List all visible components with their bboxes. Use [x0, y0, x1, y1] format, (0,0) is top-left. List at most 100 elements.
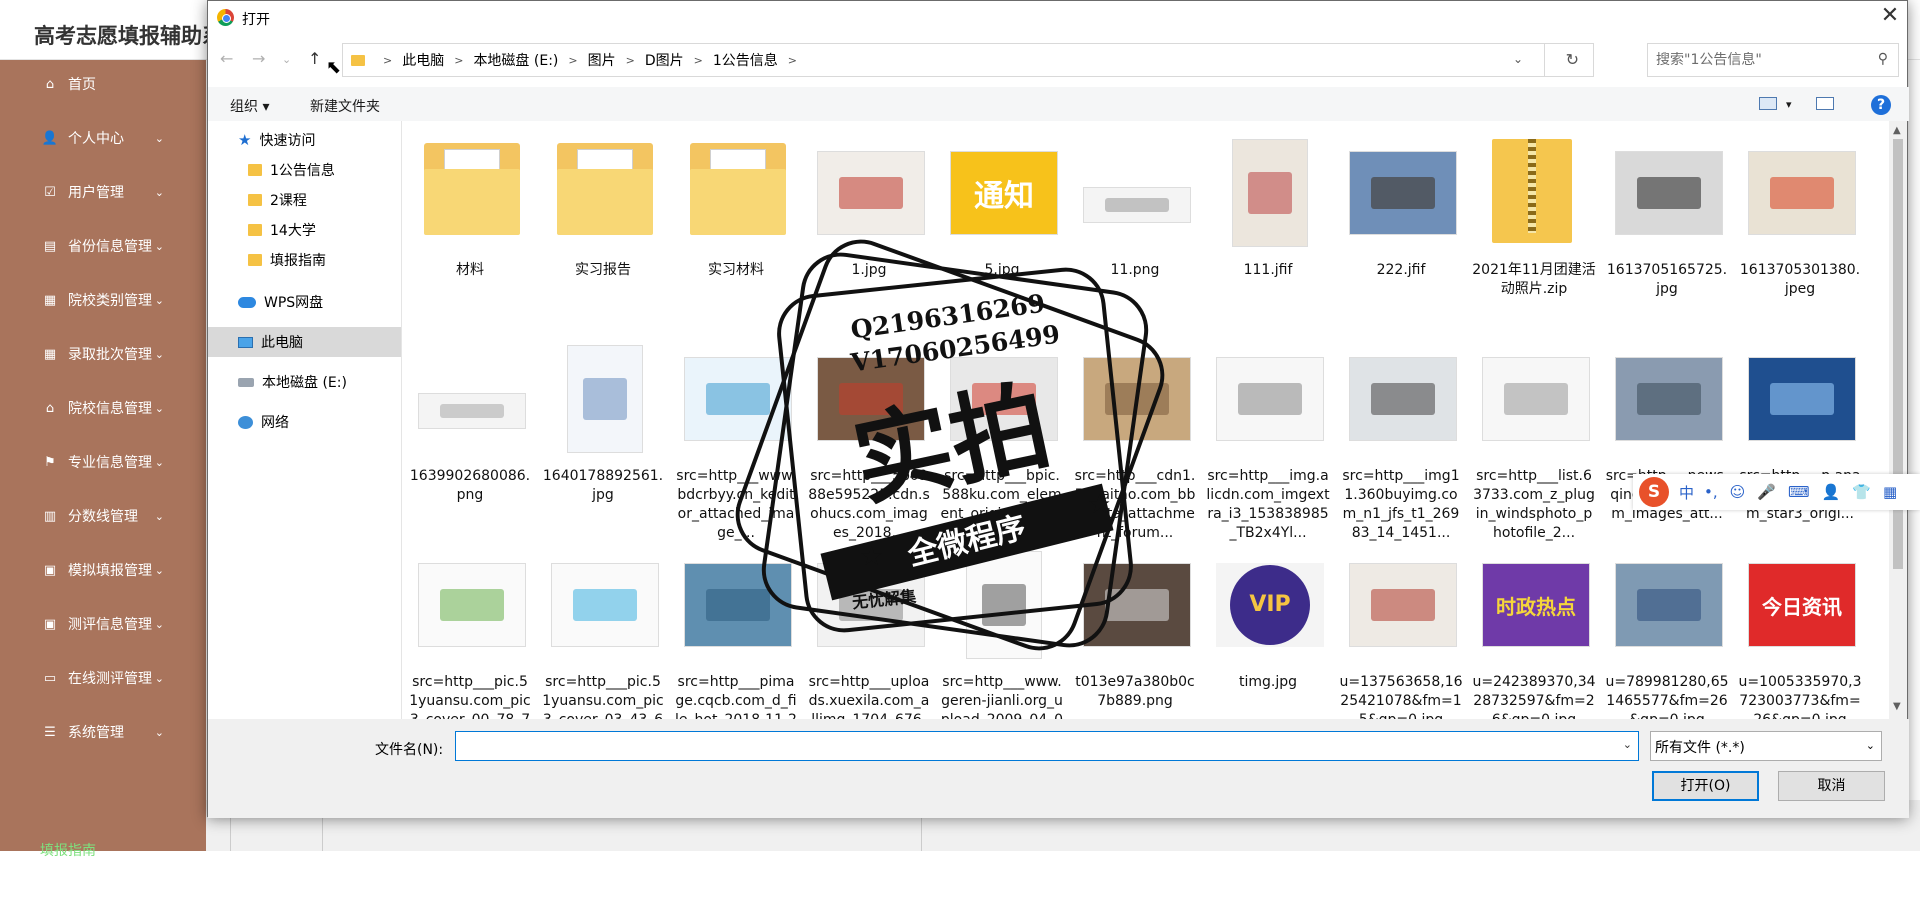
chevron-right-icon[interactable]: >	[568, 54, 577, 67]
tree-item[interactable]: WPS网盘	[208, 287, 401, 317]
file-item[interactable]: src=http___pic.51yuansu.com_pic3_cover_0…	[541, 537, 665, 719]
file-item[interactable]: src=http___www.bdcrbyy.cn_keditor_attach…	[674, 331, 798, 541]
sidebar-item[interactable]: ▣ 测评信息管理 ⌄	[0, 604, 206, 644]
file-item[interactable]: u=789981280,651465577&fm=26&gp=0.jpg	[1605, 537, 1729, 719]
sidebar-item[interactable]: ▦ 录取批次管理 ⌄	[0, 334, 206, 374]
refresh-icon[interactable]: ↻	[1566, 50, 1579, 69]
file-item[interactable]: 通知 5.jpg	[940, 125, 1064, 325]
sogou-logo-icon[interactable]: S	[1639, 477, 1669, 507]
search-input[interactable]	[1656, 52, 1866, 68]
sidebar-item[interactable]: ▣ 模拟填报管理 ⌄	[0, 550, 206, 590]
open-button[interactable]: 打开(O)	[1652, 771, 1759, 801]
ime-tool-icon[interactable]: 👕	[1852, 483, 1871, 501]
file-item[interactable]: src=http___img.alicdn.com_imgextra_i3_15…	[1206, 331, 1330, 541]
sidebar-subitem[interactable]: 填报指南	[0, 840, 206, 860]
chevron-down-icon[interactable]: ⌄	[1623, 738, 1632, 751]
sidebar-subitem[interactable]: 轮播图管理	[0, 886, 206, 906]
breadcrumb-label[interactable]: D图片	[645, 50, 684, 70]
file-item[interactable]: src=http___img11.360buyimg.com_n1_jfs_t1…	[1339, 331, 1463, 541]
close-button[interactable]: ✕	[1874, 3, 1906, 28]
address-bar[interactable]: > 此电脑 > 本地磁盘 (E:) > 图片 > D图片 >1公告信息 > ⌄ ↻	[342, 43, 1594, 77]
ime-tool-icon[interactable]: 🎤	[1757, 483, 1776, 501]
view-mode-icon[interactable]	[1759, 97, 1777, 110]
new-folder-button[interactable]: 新建文件夹	[310, 96, 380, 116]
file-item[interactable]: 2021年11月团建活动照片.zip	[1472, 125, 1596, 325]
ime-tool-icon[interactable]: ☺	[1730, 483, 1746, 501]
file-item[interactable]: t013e97a380b0c7b889.png	[1073, 537, 1197, 719]
chevron-right-icon[interactable]: >	[454, 54, 463, 67]
tree-item[interactable]: 1公告信息	[208, 155, 401, 185]
file-item[interactable]: W 材料	[408, 125, 532, 325]
sidebar-item[interactable]: ☰ 系统管理 ⌄	[0, 712, 206, 752]
sidebar-item[interactable]: ⌂ 院校信息管理 ⌄	[0, 388, 206, 428]
tree-item[interactable]: 网络	[208, 407, 401, 437]
sidebar-item[interactable]: ☑ 用户管理 ⌄	[0, 172, 206, 212]
sidebar-item[interactable]: ⚑ 专业信息管理 ⌄	[0, 442, 206, 482]
sidebar-item[interactable]: ⌂ 首页	[0, 64, 206, 104]
search-box[interactable]: ⚲	[1647, 43, 1899, 77]
tree-item[interactable]: 此电脑	[208, 327, 401, 357]
view-dropdown-icon[interactable]: ▾	[1786, 98, 1792, 111]
file-item[interactable]: src=http___bpic.588ku.com_element_origin…	[940, 331, 1064, 541]
tree-item[interactable]: 本地磁盘 (E:)	[208, 367, 401, 397]
file-item[interactable]: W 实习报告	[541, 125, 665, 325]
tree-item[interactable]: 2课程	[208, 185, 401, 215]
scroll-down-icon[interactable]: ▼	[1893, 701, 1901, 712]
file-item[interactable]: VIP timg.jpg	[1206, 537, 1330, 719]
ime-tool-icon[interactable]: •,	[1704, 483, 1718, 501]
sidebar-item[interactable]: ▤ 省份信息管理 ⌄	[0, 226, 206, 266]
sidebar-item[interactable]: ▥ 分数线管理 ⌄	[0, 496, 206, 536]
search-icon[interactable]: ⚲	[1878, 51, 1888, 67]
chevron-right-icon[interactable]: >	[626, 54, 635, 67]
breadcrumb-label[interactable]: 图片	[588, 50, 616, 70]
file-item[interactable]: 时政热点 u=242389370,3428732597&fm=26&gp=0.jp…	[1472, 537, 1596, 719]
breadcrumb-item[interactable]: D图片 >	[645, 50, 713, 70]
organize-button[interactable]: 组织 ▾	[230, 96, 269, 116]
breadcrumb-label[interactable]: 此电脑	[402, 50, 444, 70]
file-item[interactable]: 11.png	[1073, 125, 1197, 325]
breadcrumb-label[interactable]: 本地磁盘 (E:)	[473, 50, 558, 70]
filename-field[interactable]: ⌄	[455, 731, 1639, 761]
filename-input[interactable]	[460, 732, 1610, 758]
ime-tool-icon[interactable]: ⌨	[1788, 483, 1810, 501]
file-item[interactable]: 222.jfif	[1339, 125, 1463, 325]
file-item[interactable]: 1.jpg	[807, 125, 931, 325]
cancel-button[interactable]: 取消	[1778, 771, 1885, 801]
file-type-select[interactable]: 所有文件 (*.*) ⌄	[1650, 731, 1882, 761]
sidebar-item[interactable]: ▭ 在线测评管理 ⌄	[0, 658, 206, 698]
file-item[interactable]: u=137563658,1625421078&fm=15&gp=0.jpg	[1339, 537, 1463, 719]
vertical-scrollbar[interactable]: ▲ ▼	[1889, 121, 1907, 719]
chevron-down-icon[interactable]: ⌄	[1513, 52, 1523, 66]
file-item[interactable]: 1613705165725.jpg	[1605, 125, 1729, 325]
ime-tool-icon[interactable]: ▦	[1883, 483, 1897, 501]
ime-tool-icon[interactable]: 👤	[1822, 483, 1841, 501]
breadcrumb-item[interactable]: 1公告信息 >	[713, 50, 807, 70]
file-item[interactable]: src=http___uploads.xuexila.com_allimg_17…	[807, 537, 931, 719]
recent-locations-button[interactable]: ⌄	[282, 53, 291, 66]
file-item[interactable]: W 实习材料	[674, 125, 798, 325]
back-button[interactable]: ←	[220, 49, 233, 68]
tree-item[interactable]: ★ 快速访问	[208, 125, 401, 155]
file-item[interactable]: src=http___www.geren-jianli.org_upload_2…	[940, 537, 1064, 719]
sidebar-item[interactable]: ▦ 院校类别管理 ⌄	[0, 280, 206, 320]
file-item[interactable]: 1639902680086.png	[408, 331, 532, 531]
breadcrumb-item[interactable]: 本地磁盘 (E:) >	[473, 50, 587, 70]
file-item[interactable]: 今日资讯 u=1005335970,3723003773&fm=26&gp=0.j…	[1738, 537, 1862, 719]
scroll-up-icon[interactable]: ▲	[1893, 125, 1901, 136]
ime-mode-toggle[interactable]: 中	[1679, 482, 1694, 503]
file-item[interactable]: src=http___list.63733.com_z_plugin_winds…	[1472, 331, 1596, 541]
file-item[interactable]: 1613705301380.jpeg	[1738, 125, 1862, 325]
chevron-right-icon[interactable]: >	[788, 54, 797, 67]
chevron-right-icon[interactable]: >	[694, 54, 703, 67]
sidebar-item[interactable]: 👤 个人中心 ⌄	[0, 118, 206, 158]
preview-pane-icon[interactable]	[1816, 97, 1834, 110]
file-item[interactable]: 1640178892561.jpg	[541, 331, 665, 531]
tree-item[interactable]: 填报指南	[208, 245, 401, 275]
breadcrumb-item[interactable]: 此电脑 >	[402, 50, 473, 70]
forward-button[interactable]: →	[252, 49, 265, 68]
file-item[interactable]: src=http___pic.51yuansu.com_pic3_cover_0…	[408, 537, 532, 719]
help-icon[interactable]: ?	[1871, 95, 1891, 115]
up-button[interactable]: ↑	[308, 49, 321, 68]
file-item[interactable]: 111.jfif	[1206, 125, 1330, 325]
breadcrumb-item[interactable]: 图片 >	[588, 50, 645, 70]
